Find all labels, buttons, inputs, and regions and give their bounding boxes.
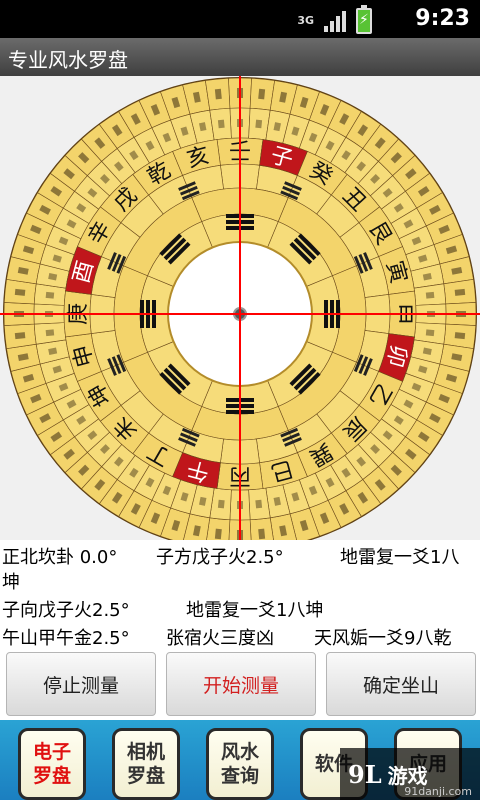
second-ring-mark: [217, 119, 225, 129]
direction-readout: 正北坎卦 0.0°: [2, 547, 118, 568]
sector-readout: 子方戊子火2.5°: [156, 547, 284, 568]
outer-ring-mark: [258, 528, 266, 540]
nav-label: 查询: [220, 765, 259, 787]
second-ring-mark: [45, 291, 55, 299]
nav-electronic-compass[interactable]: 电子 罗盘: [18, 728, 86, 800]
outer-ring-mark: [14, 332, 26, 340]
info-line-1-wrap: 坤: [0, 568, 480, 593]
second-ring-mark: [425, 291, 435, 299]
nav-camera-compass[interactable]: 相机 罗盘: [112, 728, 180, 800]
facing-hexagram-readout: 地雷复一爻1八坤: [186, 600, 324, 621]
nav-label: 电子: [32, 741, 71, 763]
nav-label: 风水: [220, 741, 259, 763]
outer-ring-mark: [454, 288, 466, 296]
hexagram-readout: 地雷复一爻1八: [340, 547, 460, 568]
start-measure-button[interactable]: 开始测量: [166, 652, 316, 716]
compass-area[interactable]: 壬子癸丑艮寅甲卯乙辰巽巳丙午丁未坤申庚酉辛戌乾亥: [0, 76, 480, 540]
outer-ring-mark: [454, 332, 466, 340]
nav-label: 相机: [126, 741, 165, 763]
status-bar: 3G ⚡ 9:23: [0, 0, 480, 38]
nav-fengshui-query[interactable]: 风水 查询: [206, 728, 274, 800]
site-watermark: 9L 游戏 91danji.com: [340, 748, 480, 800]
second-ring-mark: [255, 499, 263, 509]
outer-ring-mark: [214, 528, 222, 540]
lunar-mansion-readout: 张宿火三度凶: [166, 628, 274, 649]
info-line-1: 正北坎卦 0.0° 子方戊子火2.5° 地雷复一爻1八: [0, 543, 480, 568]
battery-icon: ⚡: [356, 5, 372, 34]
confirm-sitting-button[interactable]: 确定坐山: [326, 652, 476, 716]
second-ring-mark: [45, 329, 55, 337]
info-line-3: 午山甲午金2.5° 张宿火三度凶 天风姤一爻9八乾: [0, 624, 480, 649]
network-type-icon: 3G: [297, 14, 314, 27]
clock: 9:23: [415, 6, 470, 31]
sitting-readout: 午山甲午金2.5°: [2, 628, 130, 649]
stop-measure-button[interactable]: 停止测量: [6, 652, 156, 716]
outer-ring-mark: [214, 88, 222, 100]
outer-ring-mark: [258, 88, 266, 100]
facing-readout: 子向戊子火2.5°: [2, 600, 130, 621]
nav-label: 罗盘: [126, 765, 165, 787]
second-ring-mark: [425, 329, 435, 337]
watermark-logo: 9L: [348, 759, 382, 789]
app-title: 专业风水罗盘: [8, 48, 128, 72]
app-title-bar: 专业风水罗盘: [0, 38, 480, 76]
nav-label: 罗盘: [32, 765, 71, 787]
second-ring-mark: [255, 119, 263, 129]
compass-dial[interactable]: 壬子癸丑艮寅甲卯乙辰巽巳丙午丁未坤申庚酉辛戌乾亥: [0, 76, 480, 540]
second-ring-mark: [217, 499, 225, 509]
signal-strength-icon: [324, 10, 346, 32]
outer-ring-mark: [14, 288, 26, 296]
sitting-hexagram-readout: 天风姤一爻9八乾: [314, 628, 452, 649]
hexagram-readout-continued: 坤: [2, 572, 20, 593]
watermark-url: 91danji.com: [404, 785, 472, 798]
info-line-2: 子向戊子火2.5° 地雷复一爻1八坤: [0, 596, 480, 621]
